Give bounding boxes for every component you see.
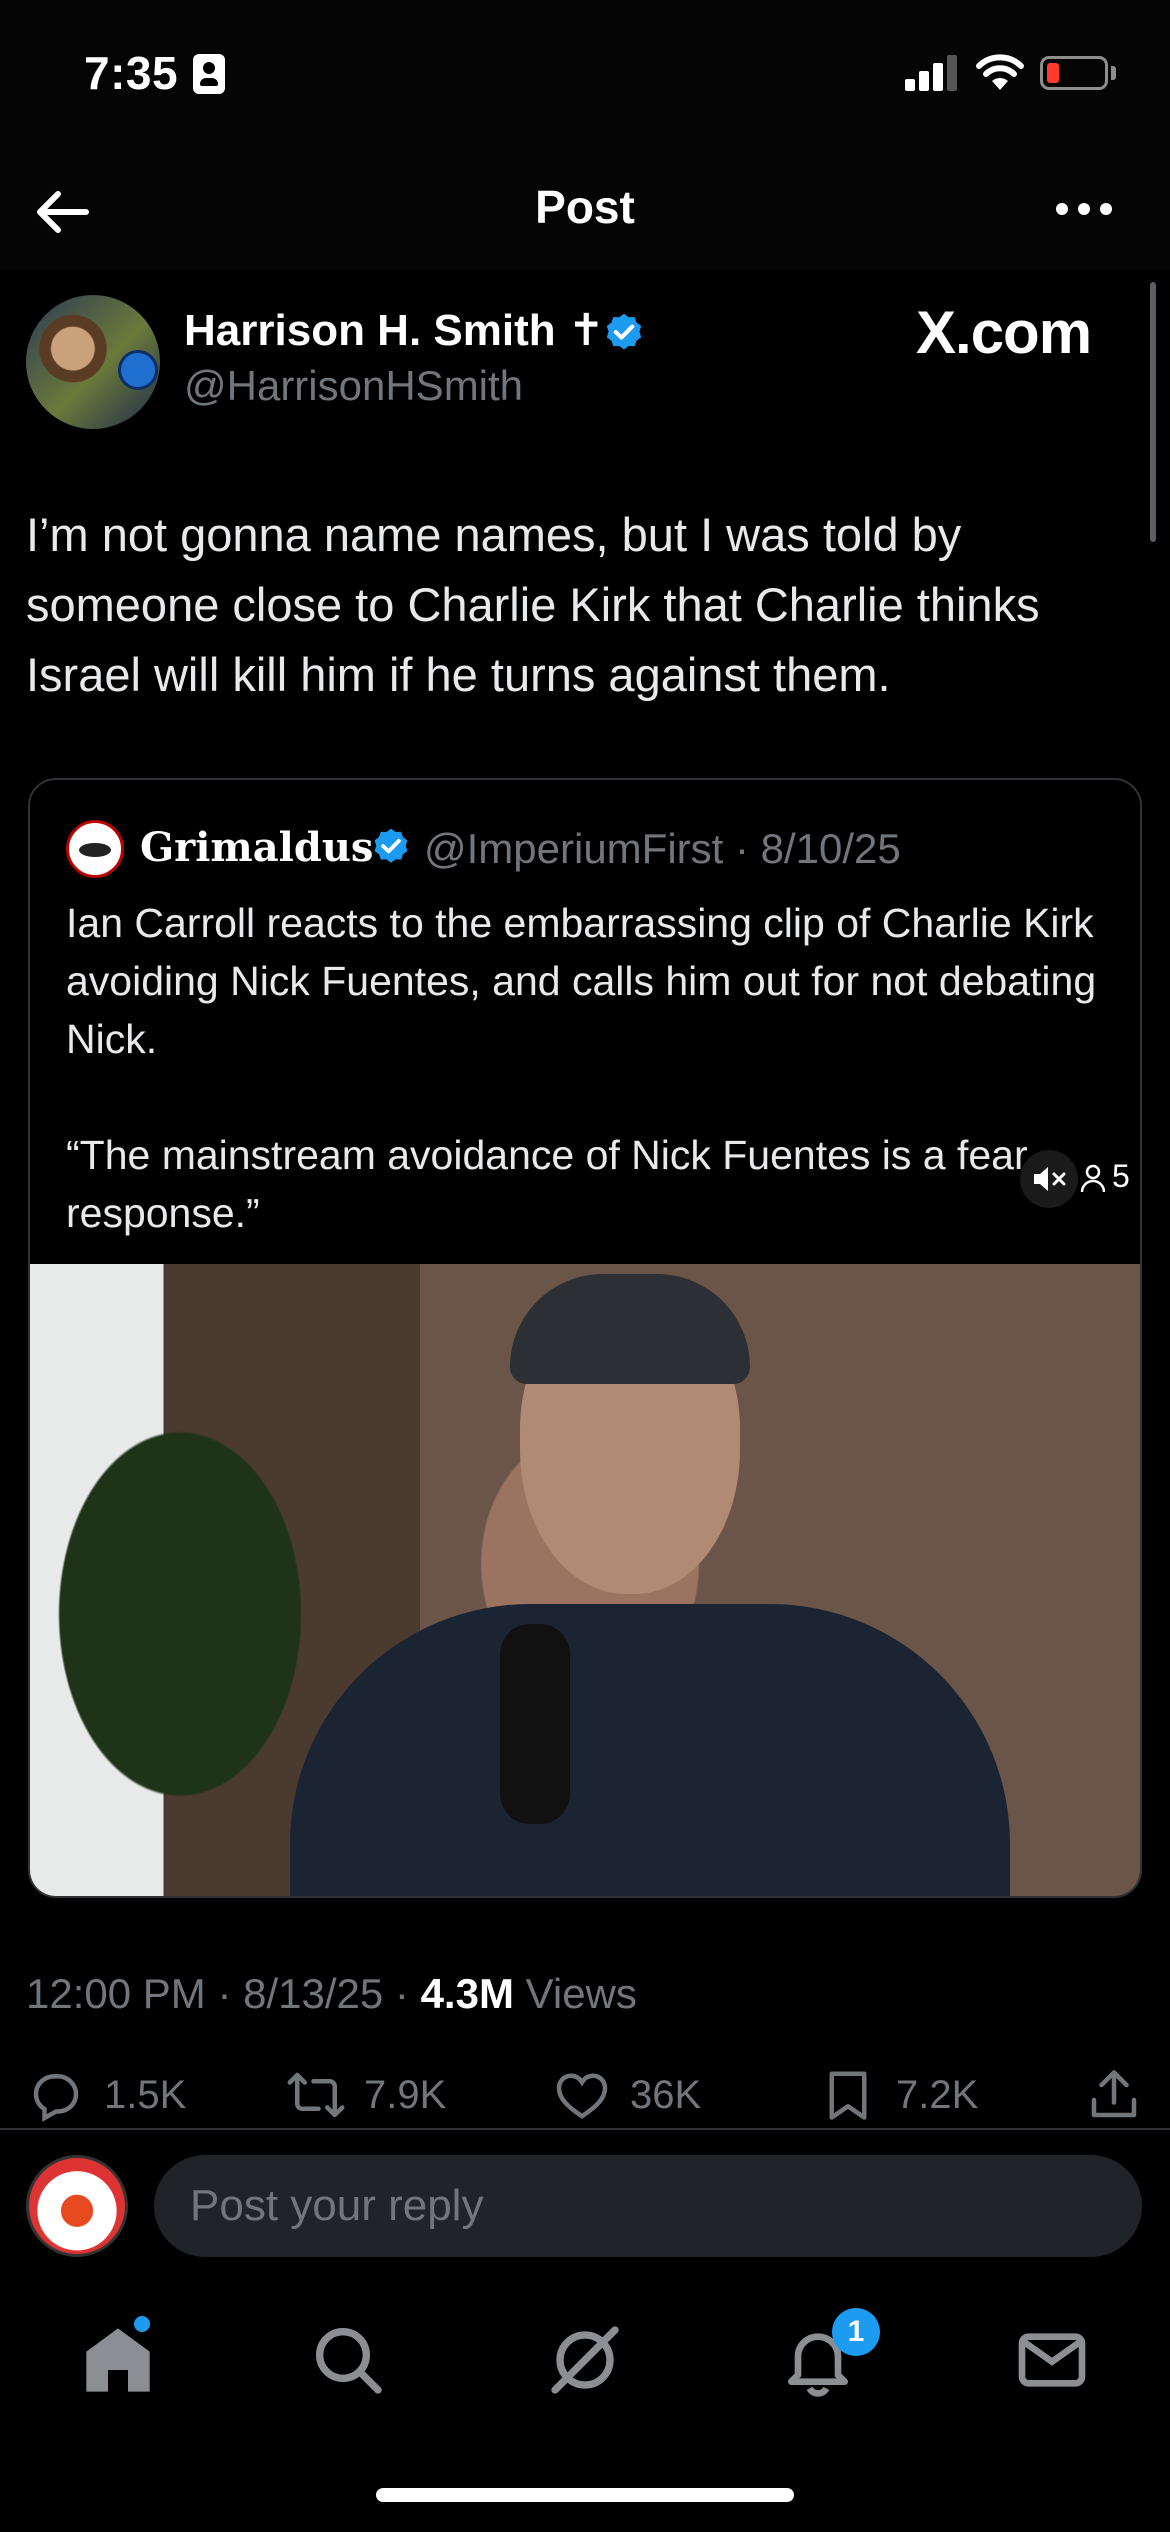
battery-cap: [1111, 66, 1116, 80]
nav-messages[interactable]: [1012, 2320, 1092, 2400]
top-header: Post: [0, 150, 1170, 270]
repost-icon: [287, 2072, 345, 2118]
page-title: Post: [535, 181, 635, 233]
like-count: 36K: [630, 2072, 702, 2117]
post-timestamp: 12:00 PM · 8/13/25 · 4.3M Views: [26, 1970, 637, 2018]
video-counter: 5: [1112, 1158, 1130, 1194]
quoted-video[interactable]: [30, 1264, 1140, 1896]
bookmark-button[interactable]: 7.2K: [818, 2060, 978, 2130]
heart-icon: [556, 2073, 608, 2119]
nav-grok[interactable]: [545, 2320, 625, 2400]
status-time: 7:35: [84, 47, 179, 99]
home-icon: [86, 2328, 150, 2392]
nav-search[interactable]: [308, 2320, 388, 2400]
current-user-avatar[interactable]: [26, 2155, 128, 2257]
bookmark-count: 7.2K: [896, 2072, 979, 2117]
reply-icon: [33, 2074, 79, 2122]
video-frame-shirt: [290, 1604, 1010, 1896]
quoted-author-meta: @ImperiumFirst · 8/10/25: [424, 825, 901, 872]
quoted-post-card[interactable]: Grimaldus @ImperiumFirst · 8/10/25 Ian C…: [28, 778, 1142, 1898]
avatar-affiliation-badge: [118, 350, 158, 390]
reply-count: 1.5K: [104, 2072, 187, 2117]
reply-button[interactable]: 1.5K: [26, 2060, 186, 2130]
x-com-watermark: X.com: [916, 299, 1092, 366]
grok-icon: [551, 2326, 619, 2394]
repost-count: 7.9K: [364, 2072, 447, 2117]
views-label: Views: [513, 1970, 637, 2017]
bookmark-icon: [829, 2071, 867, 2120]
repost-button[interactable]: 7.9K: [286, 2060, 446, 2130]
quoted-author-name: Grimaldus: [140, 824, 374, 871]
video-frame-cap: [510, 1274, 750, 1384]
scrollbar[interactable]: [1150, 282, 1156, 542]
share-icon: [1091, 2070, 1137, 2118]
quoted-author-avatar: [66, 820, 124, 878]
post-text: I’m not gonna name names, but I was told…: [26, 508, 1040, 701]
viewer-icon: [1080, 1164, 1106, 1193]
contact-card-icon: [193, 54, 225, 94]
author-name[interactable]: Harrison H. Smith ✝: [184, 305, 605, 356]
more-options-icon[interactable]: [1054, 194, 1114, 224]
cellular-signal-icon: [905, 55, 959, 91]
verified-badge-icon: [374, 828, 408, 863]
video-mute-control[interactable]: 5: [1020, 1150, 1150, 1208]
speaker-muted-icon[interactable]: [1020, 1150, 1078, 1208]
quoted-post-text: Ian Carroll reacts to the embarrassing c…: [66, 900, 1097, 1236]
battery-icon: [1040, 56, 1108, 90]
divider: [0, 2128, 1170, 2130]
mail-icon: [1018, 2333, 1086, 2387]
post-date-time: 12:00 PM · 8/13/25 ·: [26, 1970, 421, 2017]
verified-badge-icon: [606, 313, 642, 350]
share-button[interactable]: [1084, 2060, 1144, 2130]
status-bar: 7:35: [0, 0, 1170, 150]
like-button[interactable]: 36K: [552, 2060, 701, 2130]
wifi-icon: [976, 54, 1024, 90]
reply-input[interactable]: [154, 2155, 1142, 2257]
video-frame-microphone: [500, 1624, 570, 1824]
post-actions: 1.5K 7.9K 36K 7.2K: [0, 2060, 1170, 2130]
home-indicator[interactable]: [376, 2488, 794, 2502]
notifications-badge: 1: [832, 2308, 880, 2356]
views-count: 4.3M: [420, 1970, 514, 2017]
home-unread-dot: [134, 2316, 150, 2332]
search-icon: [316, 2328, 382, 2394]
author-handle[interactable]: @HarrisonHSmith: [184, 362, 523, 410]
nav-home[interactable]: [78, 2320, 158, 2400]
